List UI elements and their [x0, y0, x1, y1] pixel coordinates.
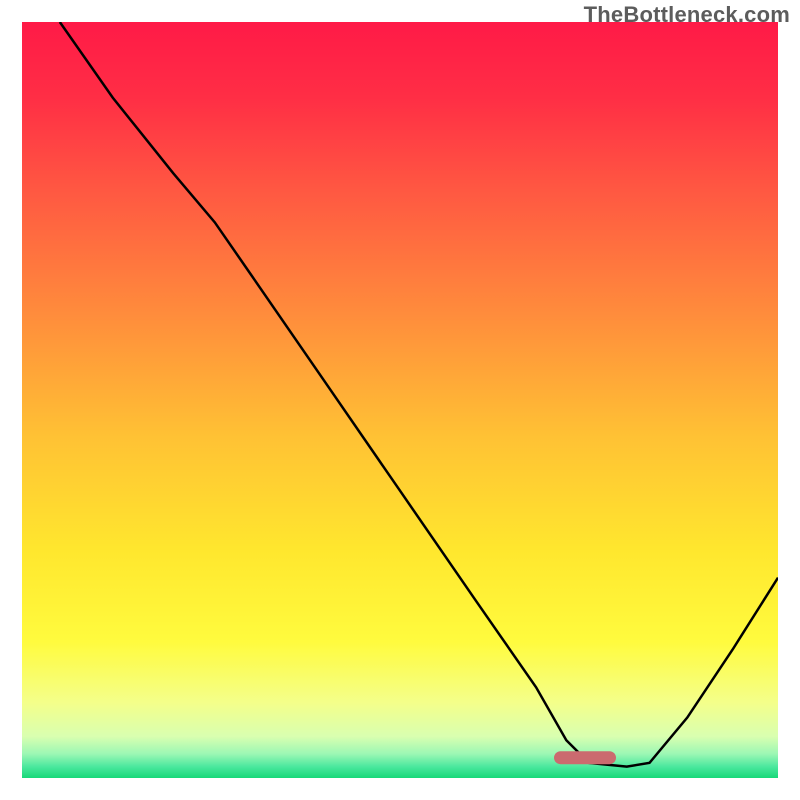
chart-plot-area — [22, 22, 778, 778]
bottleneck-curve — [22, 22, 778, 778]
watermark-text: TheBottleneck.com — [584, 2, 790, 28]
optimal-region-marker — [554, 751, 616, 765]
bottleneck-curve-path — [60, 22, 778, 767]
